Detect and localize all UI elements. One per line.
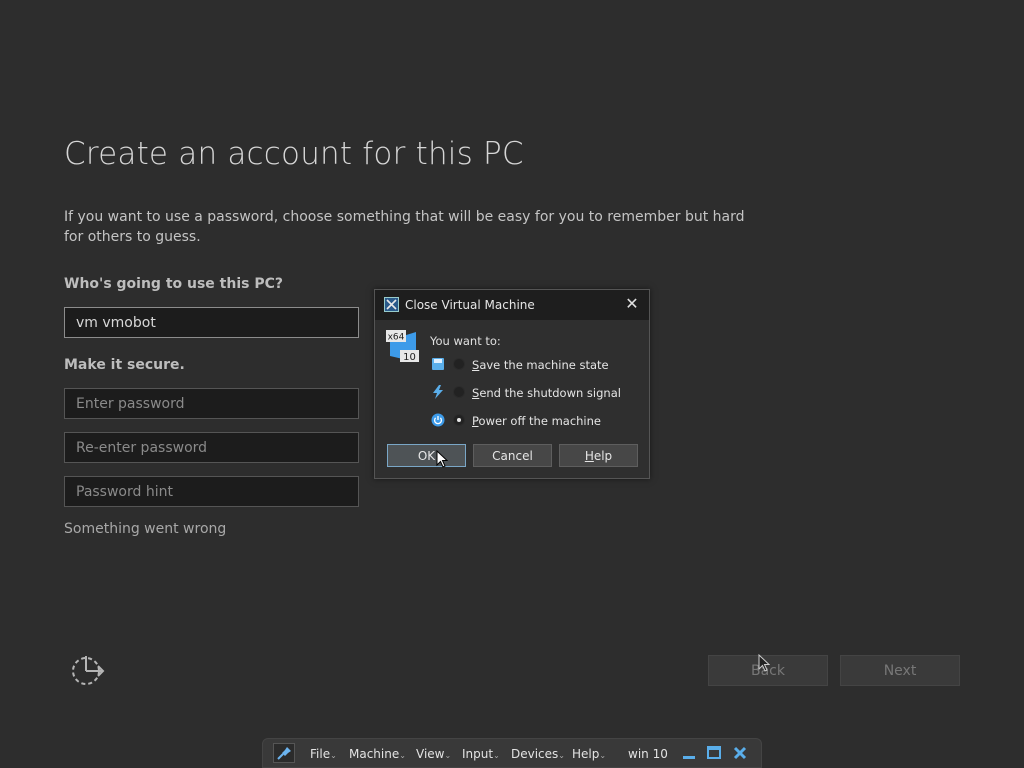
close-icon[interactable]: ✕: [623, 295, 641, 313]
help-button[interactable]: Help: [559, 444, 638, 467]
radio-save-state[interactable]: [453, 358, 465, 370]
menu-devices-label: Devices: [511, 747, 559, 761]
password-field[interactable]: [64, 388, 359, 419]
ease-of-access-icon[interactable]: [70, 654, 106, 688]
lightning-icon: [433, 385, 443, 399]
password-hint-field[interactable]: [64, 476, 359, 507]
menu-help[interactable]: Help⌄: [572, 747, 606, 761]
menu-view[interactable]: View⌄: [416, 747, 451, 761]
reenter-password-field[interactable]: [64, 432, 359, 463]
who-label: Who's going to use this PC?: [64, 276, 283, 292]
cancel-button[interactable]: Cancel: [473, 444, 552, 467]
mouse-cursor-icon: [436, 450, 448, 468]
dialog-titlebar[interactable]: Close Virtual Machine ✕: [375, 290, 649, 320]
menu-input[interactable]: Input⌄: [462, 747, 500, 761]
pin-button[interactable]: [273, 743, 295, 763]
menu-machine[interactable]: Machine⌄: [349, 747, 406, 761]
menu-devices[interactable]: Devices⌄: [511, 747, 565, 761]
power-icon: [431, 413, 445, 427]
option-power-off[interactable]: Power off the machine: [431, 411, 641, 431]
menu-file[interactable]: File⌄: [310, 747, 337, 761]
username-field[interactable]: [64, 307, 359, 338]
guest-cursor-icon: [758, 654, 770, 672]
restore-icon[interactable]: [706, 745, 722, 761]
secure-label: Make it secure.: [64, 357, 185, 373]
save-state-icon: [432, 358, 444, 370]
ok-button[interactable]: OK: [387, 444, 466, 467]
menu-input-label: Input: [462, 747, 494, 761]
close-vm-dialog: Close Virtual Machine ✕ x64 10 You want …: [374, 289, 650, 479]
page-description: If you want to use a password, choose so…: [64, 209, 745, 245]
option-shutdown-signal[interactable]: Send the shutdown signal: [431, 383, 641, 403]
error-message: Something went wrong: [64, 521, 227, 537]
dialog-title: Close Virtual Machine: [405, 298, 535, 312]
minimize-icon[interactable]: [681, 745, 697, 761]
menu-view-label: View: [416, 747, 445, 761]
vm-name: win 10: [628, 747, 668, 761]
virtualbox-icon: [384, 297, 399, 312]
vm-arch-label: x64: [388, 333, 405, 343]
option-label: Save the machine state: [472, 358, 609, 372]
menu-machine-label: Machine: [349, 747, 400, 761]
pin-icon: [277, 747, 291, 760]
next-button[interactable]: Next: [840, 655, 960, 686]
option-save-state[interactable]: Save the machine state: [431, 355, 641, 375]
dialog-prompt: You want to:: [430, 334, 501, 348]
setup-screen: Create an account for this PC If you wan…: [0, 0, 1024, 768]
radio-power-off[interactable]: [453, 414, 465, 426]
vm-version-label: 10: [403, 352, 416, 363]
menu-help-label: Help: [572, 747, 600, 761]
option-label: Power off the machine: [472, 414, 601, 428]
close-vm-icon[interactable]: [732, 745, 748, 761]
vm-mini-toolbar: File⌄ Machine⌄ View⌄ Input⌄ Devices⌄ Hel…: [262, 738, 762, 768]
page-title: Create an account for this PC: [64, 136, 524, 172]
radio-shutdown-signal[interactable]: [453, 386, 465, 398]
menu-file-label: File: [310, 747, 331, 761]
option-label: Send the shutdown signal: [472, 386, 621, 400]
windows10-vm-icon: x64 10: [386, 330, 419, 363]
